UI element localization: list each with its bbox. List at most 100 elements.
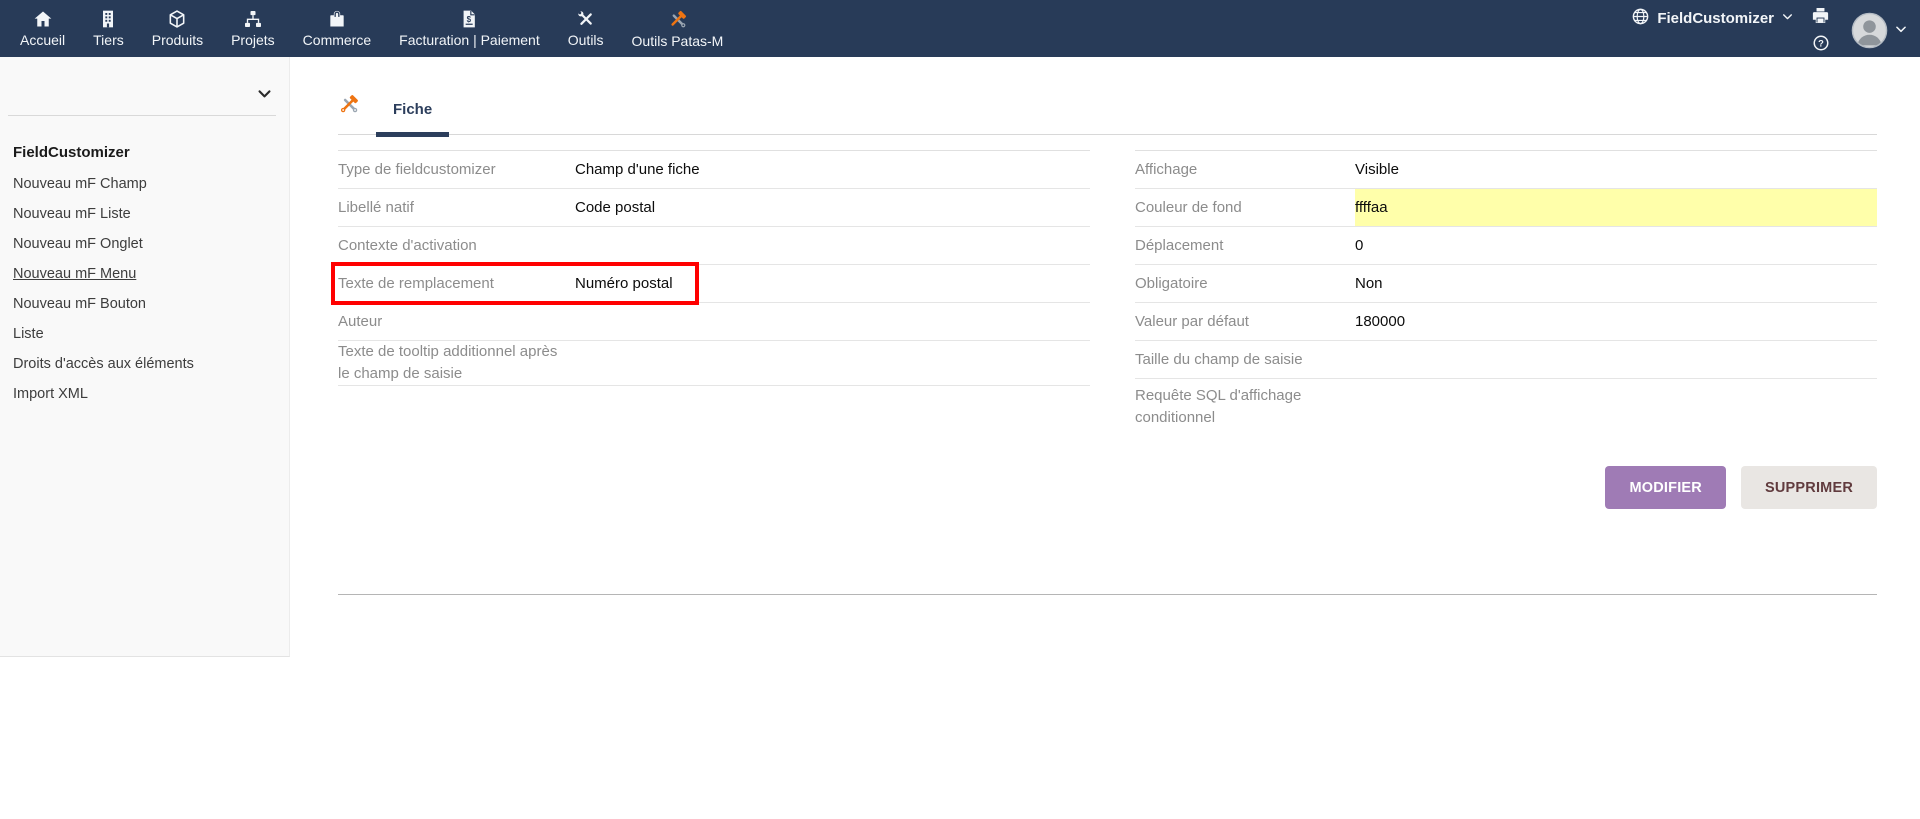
field-row: Requête SQL d'affichage conditionnel xyxy=(1135,379,1877,435)
field-value: Visible xyxy=(1355,151,1877,188)
field-value xyxy=(1355,341,1877,378)
navbar-right: FieldCustomizer ? xyxy=(1631,0,1908,63)
field-label: Texte de tooltip additionnel après le ch… xyxy=(338,341,575,385)
supprimer-button[interactable]: SUPPRIMER xyxy=(1741,466,1877,509)
card-bottom-divider xyxy=(338,594,1877,595)
field-row: Déplacement 0 xyxy=(1135,227,1877,265)
sidebar-divider xyxy=(8,115,276,116)
field-value: Non xyxy=(1355,265,1877,302)
field-value: Champ d'une fiche xyxy=(575,151,1090,188)
nav-item-label: Accueil xyxy=(20,32,65,48)
user-context-menu[interactable]: FieldCustomizer xyxy=(1631,7,1794,30)
avatar[interactable] xyxy=(1851,12,1888,54)
svg-text:?: ? xyxy=(1818,38,1824,48)
globe-icon xyxy=(1631,7,1650,30)
field-row: Valeur par défaut 180000 xyxy=(1135,303,1877,341)
action-buttons: MODIFIER SUPPRIMER xyxy=(338,466,1877,509)
sidebar-collapse-toggle[interactable] xyxy=(0,57,289,113)
field-value xyxy=(575,303,1090,340)
field-value: 180000 xyxy=(1355,303,1877,340)
module-tools-icon xyxy=(338,93,360,115)
top-menu: Accueil Tiers Produits Projets Commerce … xyxy=(0,0,737,57)
field-row-couleur-de-fond: Couleur de fond ffffaa xyxy=(1135,189,1877,227)
nav-item-accueil[interactable]: Accueil xyxy=(6,0,79,57)
field-value: Code postal xyxy=(575,189,1090,226)
nav-item-projets[interactable]: Projets xyxy=(217,0,289,57)
modifier-button[interactable]: MODIFIER xyxy=(1605,466,1726,509)
sidebar-heading: FieldCustomizer xyxy=(13,144,289,161)
sidebar-item-import-xml[interactable]: Import XML xyxy=(0,379,289,409)
nav-item-label: Outils xyxy=(568,32,604,48)
field-row: Libellé natif Code postal xyxy=(338,189,1090,227)
field-row: Type de fieldcustomizer Champ d'une fich… xyxy=(338,150,1090,189)
field-row-texte-de-remplacement: Texte de remplacement Numéro postal xyxy=(338,265,1090,303)
bag-icon xyxy=(327,9,347,29)
nav-item-tiers[interactable]: Tiers xyxy=(79,0,138,57)
field-value xyxy=(575,227,1090,264)
field-label: Texte de remplacement xyxy=(338,273,575,295)
sitemap-icon xyxy=(243,9,263,29)
field-label: Contexte d'activation xyxy=(338,235,575,257)
fields-column-right: Affichage Visible Couleur de fond ffffaa… xyxy=(1135,150,1877,435)
field-row: Affichage Visible xyxy=(1135,150,1877,189)
tools-icon xyxy=(576,9,596,29)
sidebar-item-droits-acces[interactable]: Droits d'accès aux éléments xyxy=(0,349,289,379)
field-label: Déplacement xyxy=(1135,235,1355,257)
field-label: Auteur xyxy=(338,311,575,333)
field-label: Libellé natif xyxy=(338,197,575,219)
nav-item-commerce[interactable]: Commerce xyxy=(289,0,385,57)
nav-item-facturation[interactable]: $ Facturation | Paiement xyxy=(385,0,554,57)
building-icon xyxy=(98,9,118,29)
sidebar-menu: Nouveau mF Champ Nouveau mF Liste Nouvea… xyxy=(0,169,289,409)
printer-icon[interactable] xyxy=(1811,6,1830,30)
patas-tools-icon xyxy=(667,9,688,30)
nav-item-produits[interactable]: Produits xyxy=(138,0,217,57)
field-value-background-color: ffffaa xyxy=(1355,189,1877,226)
field-label: Affichage xyxy=(1135,159,1355,181)
sidebar-item-nouveau-mf-champ[interactable]: Nouveau mF Champ xyxy=(0,169,289,199)
sidebar-item-nouveau-mf-onglet[interactable]: Nouveau mF Onglet xyxy=(0,229,289,259)
chevron-down-icon xyxy=(256,85,273,107)
nav-item-label: Produits xyxy=(152,32,203,48)
cube-icon xyxy=(167,9,187,29)
field-label: Couleur de fond xyxy=(1135,197,1355,219)
sidebar-item-liste[interactable]: Liste xyxy=(0,319,289,349)
field-value: 0 xyxy=(1355,227,1877,264)
fields-column-left: Type de fieldcustomizer Champ d'une fich… xyxy=(338,150,1090,435)
nav-item-label: Commerce xyxy=(303,32,371,48)
field-row: Texte de tooltip additionnel après le ch… xyxy=(338,341,1090,386)
field-label: Requête SQL d'affichage conditionnel xyxy=(1135,385,1355,429)
field-label: Obligatoire xyxy=(1135,273,1355,295)
nav-item-outils[interactable]: Outils xyxy=(554,0,618,57)
top-navbar: Accueil Tiers Produits Projets Commerce … xyxy=(0,0,1920,57)
nav-item-label: Tiers xyxy=(93,32,124,48)
field-label: Type de fieldcustomizer xyxy=(338,159,575,181)
field-label: Valeur par défaut xyxy=(1135,311,1355,333)
left-sidebar: FieldCustomizer Nouveau mF Champ Nouveau… xyxy=(0,57,290,657)
svg-text:$: $ xyxy=(467,15,472,24)
field-row: Contexte d'activation xyxy=(338,227,1090,265)
home-icon xyxy=(33,9,53,29)
main-content: Fiche Type de fieldcustomizer Champ d'un… xyxy=(290,57,1920,819)
field-value xyxy=(1355,379,1877,435)
sidebar-item-nouveau-mf-liste[interactable]: Nouveau mF Liste xyxy=(0,199,289,229)
nav-item-label: Facturation | Paiement xyxy=(399,32,540,48)
nav-item-label: Projets xyxy=(231,32,275,48)
record-fields: Type de fieldcustomizer Champ d'une fich… xyxy=(338,150,1877,435)
sidebar-item-nouveau-mf-bouton[interactable]: Nouveau mF Bouton xyxy=(0,289,289,319)
field-row: Taille du champ de saisie xyxy=(1135,341,1877,379)
sidebar-item-nouveau-mf-menu[interactable]: Nouveau mF Menu xyxy=(0,259,289,289)
field-row: Obligatoire Non xyxy=(1135,265,1877,303)
invoice-icon: $ xyxy=(459,9,479,29)
field-label: Taille du champ de saisie xyxy=(1135,349,1355,371)
tab-bar: Fiche xyxy=(338,57,1877,135)
nav-tools-stack: ? xyxy=(1811,6,1830,57)
nav-item-outils-patas-m[interactable]: Outils Patas-M xyxy=(618,0,738,57)
chevron-down-icon[interactable] xyxy=(1894,22,1908,41)
user-context-label: FieldCustomizer xyxy=(1657,10,1774,27)
help-icon[interactable]: ? xyxy=(1812,34,1830,57)
nav-item-label: Outils Patas-M xyxy=(632,33,724,49)
field-value xyxy=(575,341,1090,385)
chevron-down-icon xyxy=(1781,10,1794,27)
tab-fiche[interactable]: Fiche xyxy=(376,92,449,137)
